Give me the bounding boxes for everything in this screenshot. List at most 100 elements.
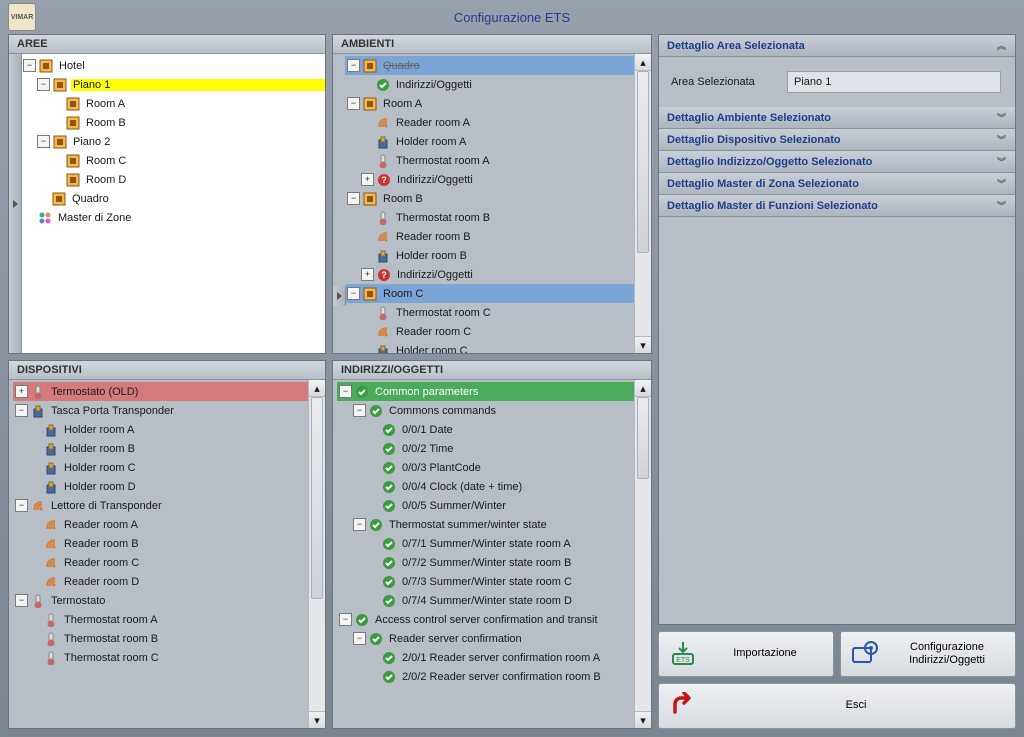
accordion-ambiente[interactable]: Dettaglio Ambiente Selezionato︾	[659, 107, 1015, 129]
collapse-icon[interactable]: −	[15, 499, 28, 512]
import-button[interactable]: ETS Importazione	[658, 631, 834, 677]
tree-item[interactable]: Holder room A	[394, 136, 468, 148]
tree-item[interactable]: Hotel	[57, 60, 87, 72]
tree-item[interactable]: 0/0/2 Time	[400, 443, 455, 455]
tree-item[interactable]: Room C	[381, 288, 425, 300]
tree-item-selected[interactable]: Piano 1	[71, 79, 325, 91]
scroll-thumb[interactable]	[637, 397, 649, 479]
collapse-icon[interactable]: −	[15, 404, 28, 417]
tree-item[interactable]: Room B	[381, 193, 425, 205]
accordion-master-zona[interactable]: Dettaglio Master di Zona Selezionato︾	[659, 173, 1015, 195]
tree-item[interactable]: Access control server confirmation and t…	[373, 614, 600, 626]
scrollbar[interactable]: ▴ ▾	[634, 54, 651, 353]
tree-item[interactable]: Holder room C	[394, 345, 470, 354]
ambienti-tree[interactable]: − Quadro Indirizzi/Oggetti − Room A Reader…	[345, 54, 651, 353]
tree-item[interactable]: Room B	[84, 117, 128, 129]
tree-item[interactable]: Indirizzi/Oggetti	[395, 174, 475, 186]
tree-item[interactable]: Quadro	[70, 193, 111, 205]
collapse-icon[interactable]: −	[347, 59, 360, 72]
tree-item[interactable]: Thermostat room B	[62, 633, 160, 645]
tree-item[interactable]: Tasca Porta Transponder	[49, 405, 176, 417]
scroll-down-icon[interactable]: ▾	[635, 711, 651, 728]
tree-item[interactable]: Reader room C	[394, 326, 473, 338]
tree-item[interactable]: 2/0/1 Reader server confirmation room A	[400, 652, 602, 664]
collapse-icon[interactable]: −	[353, 632, 366, 645]
scrollbar[interactable]: ▴ ▾	[308, 380, 325, 728]
tree-item[interactable]: Termostato (OLD)	[49, 386, 140, 398]
tree-item[interactable]: Piano 2	[71, 136, 112, 148]
expand-icon[interactable]: +	[361, 173, 374, 186]
tree-item[interactable]: Reader room A	[394, 117, 472, 129]
tree-item[interactable]: Thermostat room C	[62, 652, 161, 664]
tree-item[interactable]: Reader room A	[62, 519, 140, 531]
tree-item[interactable]: Room A	[381, 98, 424, 110]
expand-icon[interactable]: +	[361, 268, 374, 281]
area-name-field[interactable]: Piano 1	[787, 71, 1001, 93]
tree-item[interactable]: Lettore di Transponder	[49, 500, 164, 512]
scroll-up-icon[interactable]: ▴	[309, 380, 325, 397]
collapse-icon[interactable]: −	[339, 613, 352, 626]
collapse-icon[interactable]: −	[37, 135, 50, 148]
accordion-indirizzo[interactable]: Dettaglio Indizizzo/Oggetto Selezionato︾	[659, 151, 1015, 173]
scroll-up-icon[interactable]: ▴	[635, 380, 651, 397]
scroll-up-icon[interactable]: ▴	[635, 54, 651, 71]
tree-item[interactable]: 0/7/3 Summer/Winter state room C	[400, 576, 574, 588]
collapse-icon[interactable]: −	[347, 192, 360, 205]
collapse-icon[interactable]: −	[353, 518, 366, 531]
accordion-dispositivo[interactable]: Dettaglio Dispositivo Selezionato︾	[659, 129, 1015, 151]
tree-item[interactable]: 0/0/4 Clock (date + time)	[400, 481, 524, 493]
tree-item[interactable]: Room C	[84, 155, 128, 167]
aree-tree[interactable]: −Hotel −Piano 1 Room A Room B −Piano 2	[21, 54, 325, 227]
tree-item[interactable]: Thermostat room A	[394, 155, 492, 167]
tree-item[interactable]: Room A	[84, 98, 127, 110]
accordion-master-funzioni[interactable]: Dettaglio Master di Funzioni Selezionato…	[659, 195, 1015, 217]
config-button[interactable]: Configurazione Indirizzi/Oggetti	[840, 631, 1016, 677]
tree-item[interactable]: Reader room D	[62, 576, 141, 588]
tree-item[interactable]: 2/0/2 Reader server confirmation room B	[400, 671, 603, 683]
collapse-icon[interactable]: −	[37, 78, 50, 91]
tree-item[interactable]: Thermostat summer/winter state	[387, 519, 549, 531]
collapse-icon[interactable]: −	[347, 287, 360, 300]
tree-item[interactable]: Reader room B	[394, 231, 473, 243]
tree-item[interactable]: Holder room A	[62, 424, 136, 436]
collapse-icon[interactable]: −	[23, 59, 36, 72]
collapse-icon[interactable]: −	[353, 404, 366, 417]
tree-item[interactable]: Commons commands	[387, 405, 498, 417]
tree-item[interactable]: 0/7/4 Summer/Winter state room D	[400, 595, 574, 607]
tree-item[interactable]: Quadro	[381, 60, 422, 72]
collapse-icon[interactable]: −	[339, 385, 352, 398]
tree-item[interactable]: Indirizzi/Oggetti	[395, 269, 475, 281]
tree-item[interactable]: Holder room B	[62, 443, 137, 455]
scroll-down-icon[interactable]: ▾	[309, 711, 325, 728]
tree-item[interactable]: 0/0/5 Summer/Winter	[400, 500, 508, 512]
tree-item[interactable]: Reader room B	[62, 538, 141, 550]
tree-item[interactable]: Termostato	[49, 595, 107, 607]
accordion-area[interactable]: Dettaglio Area Selezionata︽	[659, 35, 1015, 57]
collapse-icon[interactable]: −	[347, 97, 360, 110]
tree-item[interactable]: 0/7/1 Summer/Winter state room A	[400, 538, 573, 550]
tree-item[interactable]: Reader server confirmation	[387, 633, 524, 645]
scroll-thumb[interactable]	[637, 71, 649, 253]
tree-item[interactable]: Room D	[84, 174, 128, 186]
expand-handle[interactable]	[333, 286, 346, 306]
scroll-thumb[interactable]	[311, 397, 323, 599]
collapse-icon[interactable]: −	[15, 594, 28, 607]
tree-item[interactable]: 0/7/2 Summer/Winter state room B	[400, 557, 573, 569]
tree-item[interactable]: Holder room D	[62, 481, 138, 493]
expand-icon[interactable]: +	[15, 385, 28, 398]
tree-item[interactable]: 0/0/3 PlantCode	[400, 462, 483, 474]
tree-item[interactable]: Thermostat room C	[394, 307, 493, 319]
scrollbar[interactable]: ▴ ▾	[634, 380, 651, 728]
expand-handle[interactable]	[9, 54, 22, 353]
tree-item[interactable]: Thermostat room A	[62, 614, 160, 626]
tree-item[interactable]: Holder room B	[394, 250, 469, 262]
tree-item[interactable]: Common parameters	[373, 386, 480, 398]
tree-item[interactable]: Indirizzi/Oggetti	[394, 79, 474, 91]
tree-item[interactable]: Master di Zone	[56, 212, 133, 224]
tree-item[interactable]: Thermostat room B	[394, 212, 492, 224]
scroll-down-icon[interactable]: ▾	[635, 336, 651, 353]
tree-item[interactable]: Holder room C	[62, 462, 138, 474]
dispositivi-tree[interactable]: + Termostato (OLD) − Tasca Porta Transpond…	[9, 380, 325, 667]
exit-button[interactable]: Esci	[658, 683, 1016, 729]
indirizzi-tree[interactable]: −Common parameters −Commons commands 0/0…	[333, 380, 651, 686]
